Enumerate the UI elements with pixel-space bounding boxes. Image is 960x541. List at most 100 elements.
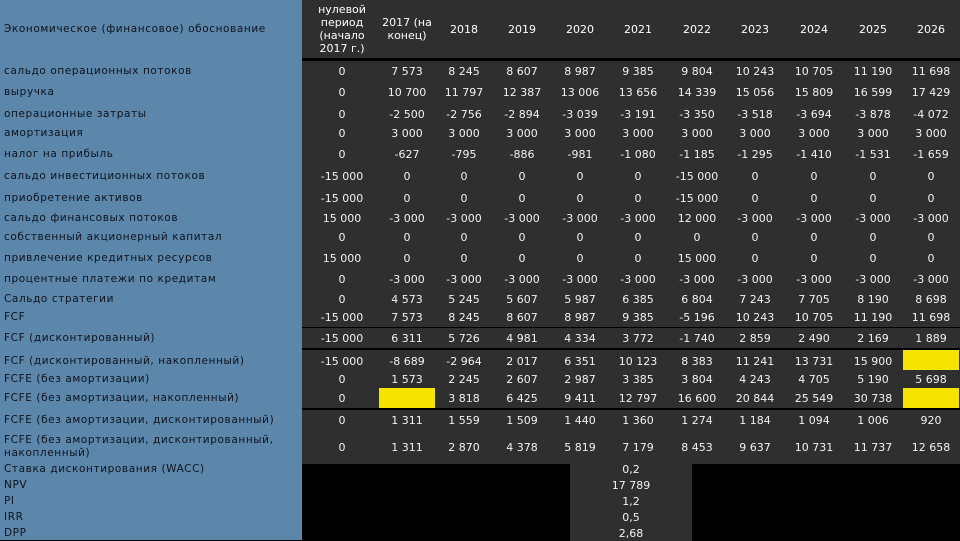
table-cell[interactable]: 12 797 — [610, 388, 666, 408]
table-cell[interactable]: 0 — [314, 269, 370, 289]
table-cell[interactable]: -3 000 — [903, 207, 959, 229]
table-cell[interactable]: 3 000 — [727, 123, 783, 143]
table-cell[interactable]: 0 — [845, 227, 901, 247]
table-cell[interactable]: 0 — [786, 227, 842, 247]
table-cell[interactable]: 14 339 — [669, 81, 725, 103]
table-cell[interactable]: 10 123 — [610, 350, 666, 372]
table-cell[interactable]: -2 894 — [494, 103, 550, 125]
table-cell[interactable]: 0 — [552, 165, 608, 187]
table-cell[interactable]: -3 000 — [379, 207, 435, 229]
table-cell[interactable]: -3 039 — [552, 103, 608, 125]
table-cell[interactable]: -886 — [494, 143, 550, 165]
table-cell[interactable]: 11 698 — [903, 307, 959, 327]
table-cell[interactable]: 8 453 — [669, 430, 725, 464]
table-cell[interactable]: 2 017 — [494, 350, 550, 372]
table-cell[interactable]: -1 531 — [845, 143, 901, 165]
table-cell[interactable]: 9 804 — [669, 61, 725, 81]
table-cell[interactable]: -15 000 — [314, 350, 370, 372]
table-cell[interactable]: 0 — [494, 187, 550, 209]
table-cell[interactable]: 4 705 — [786, 370, 842, 388]
table-cell[interactable]: -8 689 — [379, 350, 435, 372]
table-cell[interactable]: 1 094 — [786, 410, 842, 430]
table-cell[interactable]: 5 245 — [436, 289, 492, 309]
table-cell[interactable]: 7 243 — [727, 289, 783, 309]
table-cell[interactable]: 1 360 — [610, 410, 666, 430]
table-cell[interactable]: 3 000 — [669, 123, 725, 143]
table-cell[interactable]: -1 740 — [669, 328, 725, 348]
table-cell[interactable]: 5 607 — [494, 289, 550, 309]
table-cell[interactable]: 8 607 — [494, 61, 550, 81]
table-cell[interactable]: 11 241 — [727, 350, 783, 372]
table-cell[interactable]: 10 731 — [786, 430, 842, 464]
table-cell[interactable]: 0 — [727, 187, 783, 209]
table-cell[interactable]: -3 000 — [727, 269, 783, 289]
table-cell[interactable]: 8 245 — [436, 61, 492, 81]
table-cell[interactable]: -1 659 — [903, 143, 959, 165]
table-cell[interactable]: 0 — [552, 227, 608, 247]
table-cell[interactable]: 1 559 — [436, 410, 492, 430]
table-cell[interactable]: 15 056 — [727, 81, 783, 103]
table-cell[interactable]: 2 870 — [436, 430, 492, 464]
table-cell[interactable]: 5 987 — [552, 289, 608, 309]
table-cell[interactable]: -3 000 — [552, 269, 608, 289]
table-cell[interactable]: 10 705 — [786, 61, 842, 81]
table-cell[interactable]: 11 698 — [903, 61, 959, 81]
table-cell[interactable]: 920 — [903, 410, 959, 430]
table-cell[interactable]: 1 311 — [379, 430, 435, 464]
table-cell[interactable]: -15 000 — [314, 165, 370, 187]
table-cell[interactable]: 9 411 — [552, 388, 608, 408]
table-cell[interactable]: 1 509 — [494, 410, 550, 430]
table-cell[interactable]: 0 — [379, 247, 435, 269]
table-cell[interactable]: 17 789 — [903, 350, 959, 372]
table-cell[interactable]: 0 — [436, 165, 492, 187]
table-cell[interactable]: 0 — [727, 165, 783, 187]
table-cell[interactable]: 10 700 — [379, 81, 435, 103]
table-cell[interactable]: 11 737 — [845, 430, 901, 464]
table-cell[interactable]: 3 772 — [610, 328, 666, 348]
table-cell[interactable]: 0 — [610, 165, 666, 187]
table-cell[interactable]: 0 — [314, 388, 370, 408]
table-cell[interactable]: 0 — [494, 227, 550, 247]
summary-value[interactable]: 2,68 — [570, 525, 692, 541]
table-cell[interactable]: 1 184 — [727, 410, 783, 430]
table-cell[interactable]: 2 490 — [786, 328, 842, 348]
table-cell[interactable]: -15 000 — [669, 165, 725, 187]
table-cell[interactable]: 0 — [314, 370, 370, 388]
table-cell[interactable]: 4 573 — [379, 289, 435, 309]
table-cell[interactable]: 13 006 — [552, 81, 608, 103]
table-cell[interactable]: 0 — [903, 247, 959, 269]
table-cell[interactable]: 6 425 — [494, 388, 550, 408]
table-cell[interactable]: 6 804 — [669, 289, 725, 309]
table-cell[interactable]: 12 387 — [494, 81, 550, 103]
table-cell[interactable]: 0 — [845, 187, 901, 209]
table-cell[interactable]: -15 000 — [314, 187, 370, 209]
summary-value[interactable]: 1,2 — [570, 493, 692, 509]
table-cell[interactable]: 1 274 — [669, 410, 725, 430]
table-cell[interactable]: 7 573 — [379, 307, 435, 327]
table-cell[interactable]: 15 809 — [786, 81, 842, 103]
table-cell[interactable]: 0 — [314, 81, 370, 103]
table-cell[interactable]: 0 — [436, 247, 492, 269]
table-cell[interactable]: 4 981 — [494, 328, 550, 348]
table-cell[interactable]: 5 698 — [903, 370, 959, 388]
table-cell[interactable]: 15 900 — [845, 350, 901, 372]
table-cell[interactable]: 0 — [786, 165, 842, 187]
table-cell[interactable]: 0 — [314, 289, 370, 309]
table-cell[interactable]: 15 000 — [314, 207, 370, 229]
table-cell[interactable]: -3 000 — [552, 207, 608, 229]
table-cell[interactable]: 7 179 — [610, 430, 666, 464]
table-cell[interactable]: -3 000 — [903, 269, 959, 289]
table-cell[interactable]: 12 000 — [669, 207, 725, 229]
table-cell[interactable]: -3 350 — [669, 103, 725, 125]
table-cell[interactable]: -3 000 — [845, 269, 901, 289]
table-cell[interactable]: -3 000 — [436, 207, 492, 229]
table-cell[interactable]: 0 — [903, 165, 959, 187]
table-cell[interactable]: 8 987 — [552, 307, 608, 327]
table-cell[interactable]: 1 573 — [379, 388, 435, 408]
table-cell[interactable]: 7 573 — [379, 61, 435, 81]
table-cell[interactable]: 1 440 — [552, 410, 608, 430]
table-cell[interactable]: 0 — [314, 103, 370, 125]
table-cell[interactable]: 3 000 — [552, 123, 608, 143]
table-cell[interactable]: 1 889 — [903, 328, 959, 348]
table-cell[interactable]: 2 169 — [845, 328, 901, 348]
